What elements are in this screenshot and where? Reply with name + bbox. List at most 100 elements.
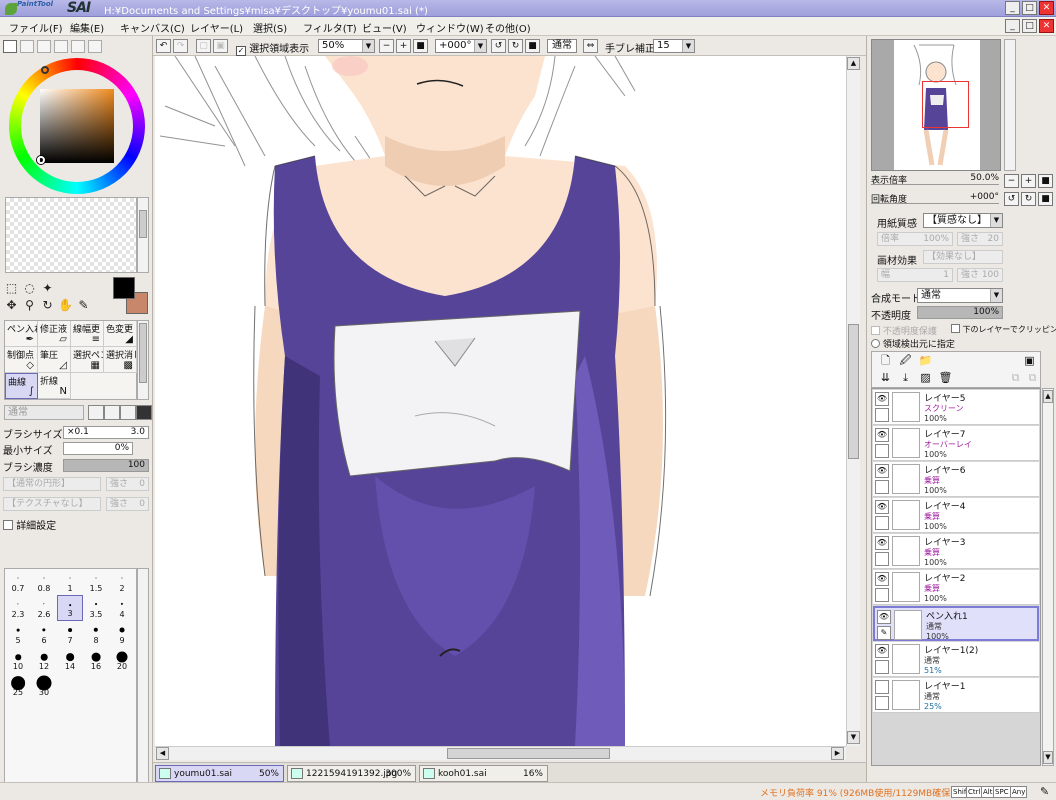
menu-window[interactable]: ウィンドウ(W) xyxy=(416,20,484,35)
menu-file[interactable]: ファイル(F) xyxy=(9,20,63,35)
color-wheel-tab[interactable] xyxy=(3,40,17,53)
brush-curve[interactable]: 曲線 ∫ xyxy=(5,373,38,399)
new-layer-icon[interactable]: 🗋 xyxy=(878,354,893,369)
navigator-preview[interactable] xyxy=(871,39,1001,171)
doc-minimize-button[interactable]: _ xyxy=(1005,19,1020,33)
canvas-hscroll-thumb[interactable] xyxy=(447,748,610,759)
document-tab[interactable]: youmu01.sai 50% xyxy=(155,765,284,782)
brush-size-option[interactable]: 2.6 xyxy=(31,595,57,621)
layer-row[interactable]: 👁 レイヤー7 オーバーレイ 100% xyxy=(873,426,1039,461)
detail-settings-checkbox[interactable] xyxy=(3,520,13,530)
hue-ring[interactable] xyxy=(9,58,145,194)
clear-layer-icon[interactable]: ▨ xyxy=(918,371,933,386)
brush-size-option[interactable]: 1 xyxy=(57,569,83,595)
visibility-eye-icon[interactable] xyxy=(875,680,889,694)
layer-lock-icon[interactable] xyxy=(875,696,889,710)
layer-lock-icon[interactable] xyxy=(875,516,889,530)
brush-size-option[interactable]: 6 xyxy=(31,621,57,647)
selection-source-radio[interactable] xyxy=(871,339,880,348)
transfer-down-icon[interactable]: ⇊ xyxy=(878,371,893,386)
undo-icon[interactable]: ↶ xyxy=(156,39,171,53)
layer-lock-icon[interactable] xyxy=(875,444,889,458)
layer-row[interactable]: 👁 レイヤー2 乗算 100% xyxy=(873,570,1039,605)
menu-canvas[interactable]: キャンバス(C) xyxy=(120,20,185,35)
nav-rotation-slider[interactable] xyxy=(871,203,999,207)
zoom-select[interactable]: 50% ▼ xyxy=(318,39,375,53)
brush-select-pen[interactable]: 選択ペン▦ xyxy=(71,347,104,373)
menu-select[interactable]: 選択(S) xyxy=(253,20,287,35)
brush-size-option[interactable]: 2.3 xyxy=(5,595,31,621)
effect-strength-field[interactable]: 強さ 100 xyxy=(957,268,1003,282)
nav-zoom-slider[interactable] xyxy=(871,184,999,188)
hand-icon[interactable]: ✋ xyxy=(58,298,73,313)
layer-lock-icon[interactable] xyxy=(875,408,889,422)
brush-line-width[interactable]: 線幅更 ≡ xyxy=(71,321,104,347)
layer-lock-icon[interactable] xyxy=(875,480,889,494)
layer-row[interactable]: 👁 レイヤー6 乗算 100% xyxy=(873,462,1039,497)
brush-density-slider[interactable]: 100 xyxy=(63,459,149,472)
rotation-select[interactable]: +000° ▼ xyxy=(435,39,487,53)
layer-row[interactable]: 👁 レイヤー4 乗算 100% xyxy=(873,498,1039,533)
brush-size-option[interactable]: 30 xyxy=(31,673,57,699)
document-tab[interactable]: 1221594191392.jpg 300% xyxy=(287,765,416,782)
scroll-down-icon[interactable]: ▼ xyxy=(847,731,860,744)
scratchpad-scrollbar[interactable] xyxy=(137,197,149,273)
scratchpad[interactable] xyxy=(5,197,137,273)
visibility-eye-icon[interactable]: 👁 xyxy=(875,392,889,406)
paper-scale-field[interactable]: 倍率 100% xyxy=(877,232,953,246)
menu-view[interactable]: ビュー(V) xyxy=(362,20,407,35)
saturation-value-square[interactable] xyxy=(40,89,114,163)
brush-select-erase[interactable]: 選択消し▩ xyxy=(104,347,137,373)
doc-maximize-button[interactable]: □ xyxy=(1022,19,1037,33)
brush-mode-select[interactable]: 通常 xyxy=(4,405,84,420)
layer-lock-icon[interactable] xyxy=(875,552,889,566)
brush-shape-flat-button[interactable] xyxy=(88,405,104,420)
brush-grid-scrollbar[interactable] xyxy=(137,320,149,400)
close-button[interactable]: ✕ xyxy=(1039,1,1054,15)
foreground-color-swatch[interactable] xyxy=(113,277,135,299)
viewport-rect[interactable] xyxy=(922,81,969,128)
nav-rotate-reset-icon[interactable]: ■ xyxy=(1038,192,1053,206)
brush-size-option[interactable]: 2 xyxy=(109,569,135,595)
zoom-out-icon[interactable]: − xyxy=(379,39,394,53)
scroll-right-icon[interactable]: ▶ xyxy=(831,747,844,760)
color-mix-tab[interactable] xyxy=(54,40,68,53)
brush-size-slider[interactable]: ×0.1 3.0 xyxy=(63,426,149,439)
brush-shape-round-button[interactable] xyxy=(104,405,120,420)
edit-pen-icon[interactable]: ✎ xyxy=(877,626,891,640)
brush-size-option[interactable]: 1.5 xyxy=(83,569,109,595)
layer-lock-icon[interactable] xyxy=(875,588,889,602)
brush-size-option[interactable]: 3 xyxy=(57,595,83,621)
brush-size-option[interactable]: 8 xyxy=(83,621,109,647)
nav-zoom-in-icon[interactable]: + xyxy=(1021,174,1036,188)
brush-size-option[interactable]: 25 xyxy=(5,673,31,699)
visibility-eye-icon[interactable]: 👁 xyxy=(875,500,889,514)
brush-size-option[interactable]: 20 xyxy=(109,647,135,673)
drawing-canvas[interactable] xyxy=(155,56,846,746)
scroll-left-icon[interactable]: ◀ xyxy=(156,747,169,760)
brush-size-option[interactable]: 16 xyxy=(83,647,109,673)
brush-control-point[interactable]: 制御点 ◇ xyxy=(5,347,38,373)
brush-size-option[interactable]: 0.8 xyxy=(31,569,57,595)
nav-zoom-reset-icon[interactable]: ■ xyxy=(1038,174,1053,188)
doc-close-button[interactable]: ✕ xyxy=(1039,19,1054,33)
move-icon[interactable]: ✥ xyxy=(4,298,19,313)
layer-row[interactable]: レイヤー1 通常 25% xyxy=(873,678,1039,713)
minimize-button[interactable]: _ xyxy=(1005,1,1020,15)
visibility-eye-icon[interactable]: 👁 xyxy=(875,464,889,478)
brush-pressure[interactable]: 筆圧 ◿ xyxy=(38,347,71,373)
brush-size-option[interactable]: 12 xyxy=(31,647,57,673)
nav-zoom-out-icon[interactable]: − xyxy=(1004,174,1019,188)
brush-eraser[interactable]: 修正液 ▱ xyxy=(38,321,71,347)
clip-checkbox[interactable] xyxy=(951,324,960,333)
canvas-horizontal-scrollbar[interactable]: ◀ ▶ xyxy=(155,746,846,760)
rect-select-icon[interactable]: ⬚ xyxy=(4,281,19,296)
nav-rotate-left-icon[interactable]: ↺ xyxy=(1004,192,1019,206)
effect-select[interactable]: 【効果なし】 xyxy=(923,250,1003,264)
layer-row[interactable]: 👁 レイヤー5 スクリーン 100% xyxy=(873,390,1039,425)
paper-strength-field[interactable]: 強さ 20 xyxy=(957,232,1003,246)
redo-icon[interactable]: ↷ xyxy=(173,39,188,53)
layer-row[interactable]: 👁 ✎ ペン入れ1 通常 100% xyxy=(873,606,1039,641)
swatches-tab[interactable] xyxy=(71,40,85,53)
menu-edit[interactable]: 編集(E) xyxy=(70,20,104,35)
